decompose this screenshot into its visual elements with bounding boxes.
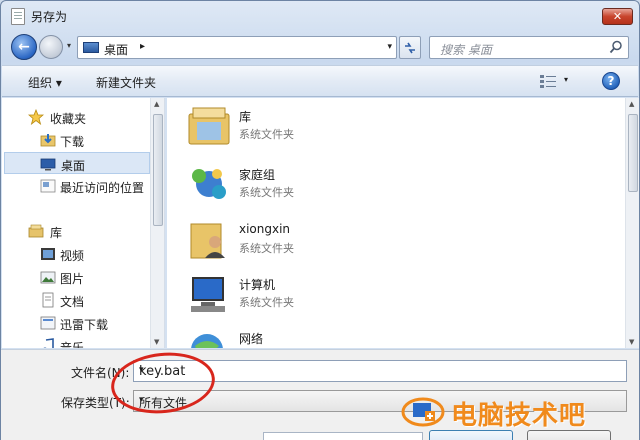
sidebar-item-label: 最近访问的位置 <box>60 181 145 195</box>
sidebar-item-recent-places[interactable]: 最近访问的位置 <box>2 175 150 197</box>
search-input[interactable]: 搜索 桌面 <box>440 41 492 58</box>
file-list: 库 系统文件夹 家庭组 系统文件夹 xiongxin 系统文件夹 计算机 系统文… <box>167 98 625 348</box>
sidebar-item-documents[interactable]: 文档 <box>2 289 150 311</box>
back-button[interactable]: ← <box>11 34 37 60</box>
breadcrumb-desktop[interactable]: 桌面 <box>104 41 128 58</box>
file-name: 网络 <box>239 332 264 346</box>
view-options-icon[interactable] <box>540 74 556 88</box>
save-as-dialog: 另存为 ✕ ← ▾ 桌面 ▸ ▾ 搜索 桌面 组织 ▾ 新建文件夹 ▾ ? 收藏… <box>0 0 640 440</box>
organize-button[interactable]: 组织 ▾ <box>28 74 62 91</box>
sidebar-item-thunder-downloads[interactable]: 迅雷下载 <box>2 312 150 334</box>
picture-icon <box>40 271 56 284</box>
list-item-network[interactable]: 网络 <box>185 324 485 348</box>
sidebar-item-music[interactable]: 音乐 <box>2 335 150 348</box>
sidebar-item-label: 图片 <box>60 272 85 286</box>
file-type: 系统文件夹 <box>239 242 294 255</box>
list-item-libraries[interactable]: 库 系统文件夹 <box>185 102 485 152</box>
sidebar-scrollbar[interactable]: ▲ ▼ <box>150 98 164 348</box>
star-icon <box>28 109 44 125</box>
file-list-scrollbar[interactable]: ▲ ▼ <box>625 98 639 348</box>
sidebar-item-pictures[interactable]: 图片 <box>2 266 150 288</box>
sidebar-item-label: 迅雷下载 <box>60 318 109 332</box>
video-icon <box>41 248 55 260</box>
recent-pages-dropdown[interactable]: ▾ <box>67 41 71 50</box>
address-dropdown-icon[interactable]: ▾ <box>387 42 392 52</box>
user-folder-icon <box>190 223 225 259</box>
sidebar-item-label: 收藏夹 <box>50 112 87 126</box>
sidebar-item-downloads[interactable]: 下载 <box>2 129 150 151</box>
sidebar-item-label: 桌面 <box>61 159 86 173</box>
sidebar-item-label: 下载 <box>60 135 85 149</box>
watermark: 电脑技术吧 <box>399 393 637 433</box>
library-folder-icon <box>188 107 230 145</box>
breadcrumb-arrow-icon[interactable]: ▸ <box>140 41 145 52</box>
author-field[interactable] <box>263 432 423 440</box>
music-icon <box>43 338 54 348</box>
close-button[interactable]: ✕ <box>602 8 633 25</box>
file-name: 家庭组 <box>239 168 276 182</box>
scroll-down-icon[interactable]: ▼ <box>629 338 634 346</box>
recent-places-icon <box>40 179 56 193</box>
refresh-button[interactable] <box>399 36 421 59</box>
library-icon <box>28 224 44 238</box>
document-icon <box>42 292 54 308</box>
new-folder-button[interactable]: 新建文件夹 <box>96 74 156 91</box>
file-name: 计算机 <box>239 278 276 292</box>
scrollbar-thumb[interactable] <box>153 114 163 226</box>
refresh-icon <box>405 42 415 54</box>
command-toolbar: 组织 ▾ 新建文件夹 ▾ ? <box>2 65 638 97</box>
desktop-icon <box>40 158 56 171</box>
sidebar-item-videos[interactable]: 视频 <box>2 243 150 265</box>
scroll-down-icon[interactable]: ▼ <box>154 338 159 346</box>
file-name: xiongxin <box>239 222 291 236</box>
watermark-logo-icon <box>401 397 445 427</box>
help-button[interactable]: ? <box>602 72 620 90</box>
list-item-computer[interactable]: 计算机 系统文件夹 <box>185 270 485 320</box>
navigation-bar: ← ▾ 桌面 ▸ ▾ 搜索 桌面 <box>1 31 639 63</box>
download-folder-icon <box>40 134 56 147</box>
file-type: 系统文件夹 <box>239 128 294 141</box>
sidebar-item-label: 库 <box>50 226 63 240</box>
scrollbar-thumb[interactable] <box>628 114 638 192</box>
forward-button[interactable] <box>39 35 63 59</box>
view-dropdown-icon[interactable]: ▾ <box>564 75 568 84</box>
list-item-homegroup[interactable]: 家庭组 系统文件夹 <box>185 160 485 210</box>
file-type: 系统文件夹 <box>239 186 294 199</box>
file-name: 库 <box>239 110 252 124</box>
sidebar-item-desktop[interactable]: 桌面 <box>4 152 150 174</box>
network-icon <box>191 334 223 348</box>
watermark-text: 电脑技术吧 <box>451 401 587 431</box>
search-box[interactable]: 搜索 桌面 <box>429 36 629 59</box>
title-bar: 另存为 ✕ <box>1 1 639 29</box>
sidebar-item-label: 文档 <box>60 295 85 309</box>
address-bar[interactable]: 桌面 ▸ ▾ <box>77 36 397 59</box>
thunder-download-icon <box>40 316 56 330</box>
file-type: 系统文件夹 <box>239 296 294 309</box>
desktop-icon <box>83 42 99 53</box>
sidebar-item-label: 视频 <box>60 249 85 263</box>
sidebar-item-libraries[interactable]: 库 <box>2 220 150 242</box>
computer-icon <box>191 277 225 312</box>
scroll-up-icon[interactable]: ▲ <box>629 100 634 108</box>
window-title: 另存为 <box>31 10 68 24</box>
search-icon[interactable] <box>609 40 623 54</box>
document-icon <box>11 8 25 25</box>
sidebar-item-label: 音乐 <box>60 341 85 348</box>
scroll-up-icon[interactable]: ▲ <box>154 100 159 108</box>
sidebar-item-favorites[interactable]: 收藏夹 <box>2 106 150 128</box>
navigation-pane: 收藏夹 下载 桌面 最近访问的位置 库 视频 图片 文档 迅雷下载 音乐 ▲ ▼ <box>2 98 165 348</box>
list-item-user-folder[interactable]: xiongxin 系统文件夹 <box>185 216 485 266</box>
homegroup-icon <box>192 169 226 199</box>
